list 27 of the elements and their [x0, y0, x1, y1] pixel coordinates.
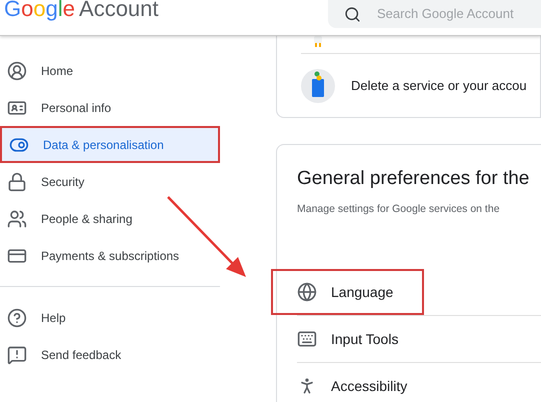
sidebar-item[interactable]: Personal info — [0, 89, 220, 126]
preference-row[interactable]: Input Tools — [297, 316, 541, 362]
sidebar-item[interactable]: Data & personalisation — [0, 126, 220, 163]
google-logo[interactable]: Google — [4, 0, 76, 22]
people-icon — [7, 208, 27, 228]
sidebar-item[interactable]: Home — [0, 52, 220, 89]
search-field[interactable]: Search Google Account — [328, 0, 541, 28]
trash-bin-icon — [301, 68, 335, 102]
header-title: Account — [79, 0, 159, 22]
feedback-icon — [7, 344, 27, 364]
account-circle-icon — [7, 60, 27, 80]
search-icon — [344, 6, 361, 22]
preference-row[interactable]: Accessibility — [297, 363, 541, 402]
search-input[interactable]: Search Google Account — [377, 4, 537, 24]
preference-row[interactable]: Language — [271, 269, 424, 316]
card-title: General preferences for the — [296, 167, 530, 191]
help-icon — [7, 308, 27, 328]
lock-icon — [7, 172, 27, 192]
sidebar-item[interactable]: Send feedback — [0, 336, 276, 373]
plug-icon — [313, 36, 323, 48]
keyboard-icon — [297, 329, 317, 350]
globe-icon — [297, 282, 317, 302]
sidebar-item[interactable]: People & sharing — [0, 200, 220, 237]
delete-service-link[interactable]: Delete a service or your accou — [351, 76, 527, 96]
card-subtitle: Manage settings for Google services on the — [296, 202, 501, 216]
sidebar-item[interactable]: Security — [0, 163, 220, 200]
sidebar-item[interactable]: Payments & subscriptions — [0, 237, 220, 274]
